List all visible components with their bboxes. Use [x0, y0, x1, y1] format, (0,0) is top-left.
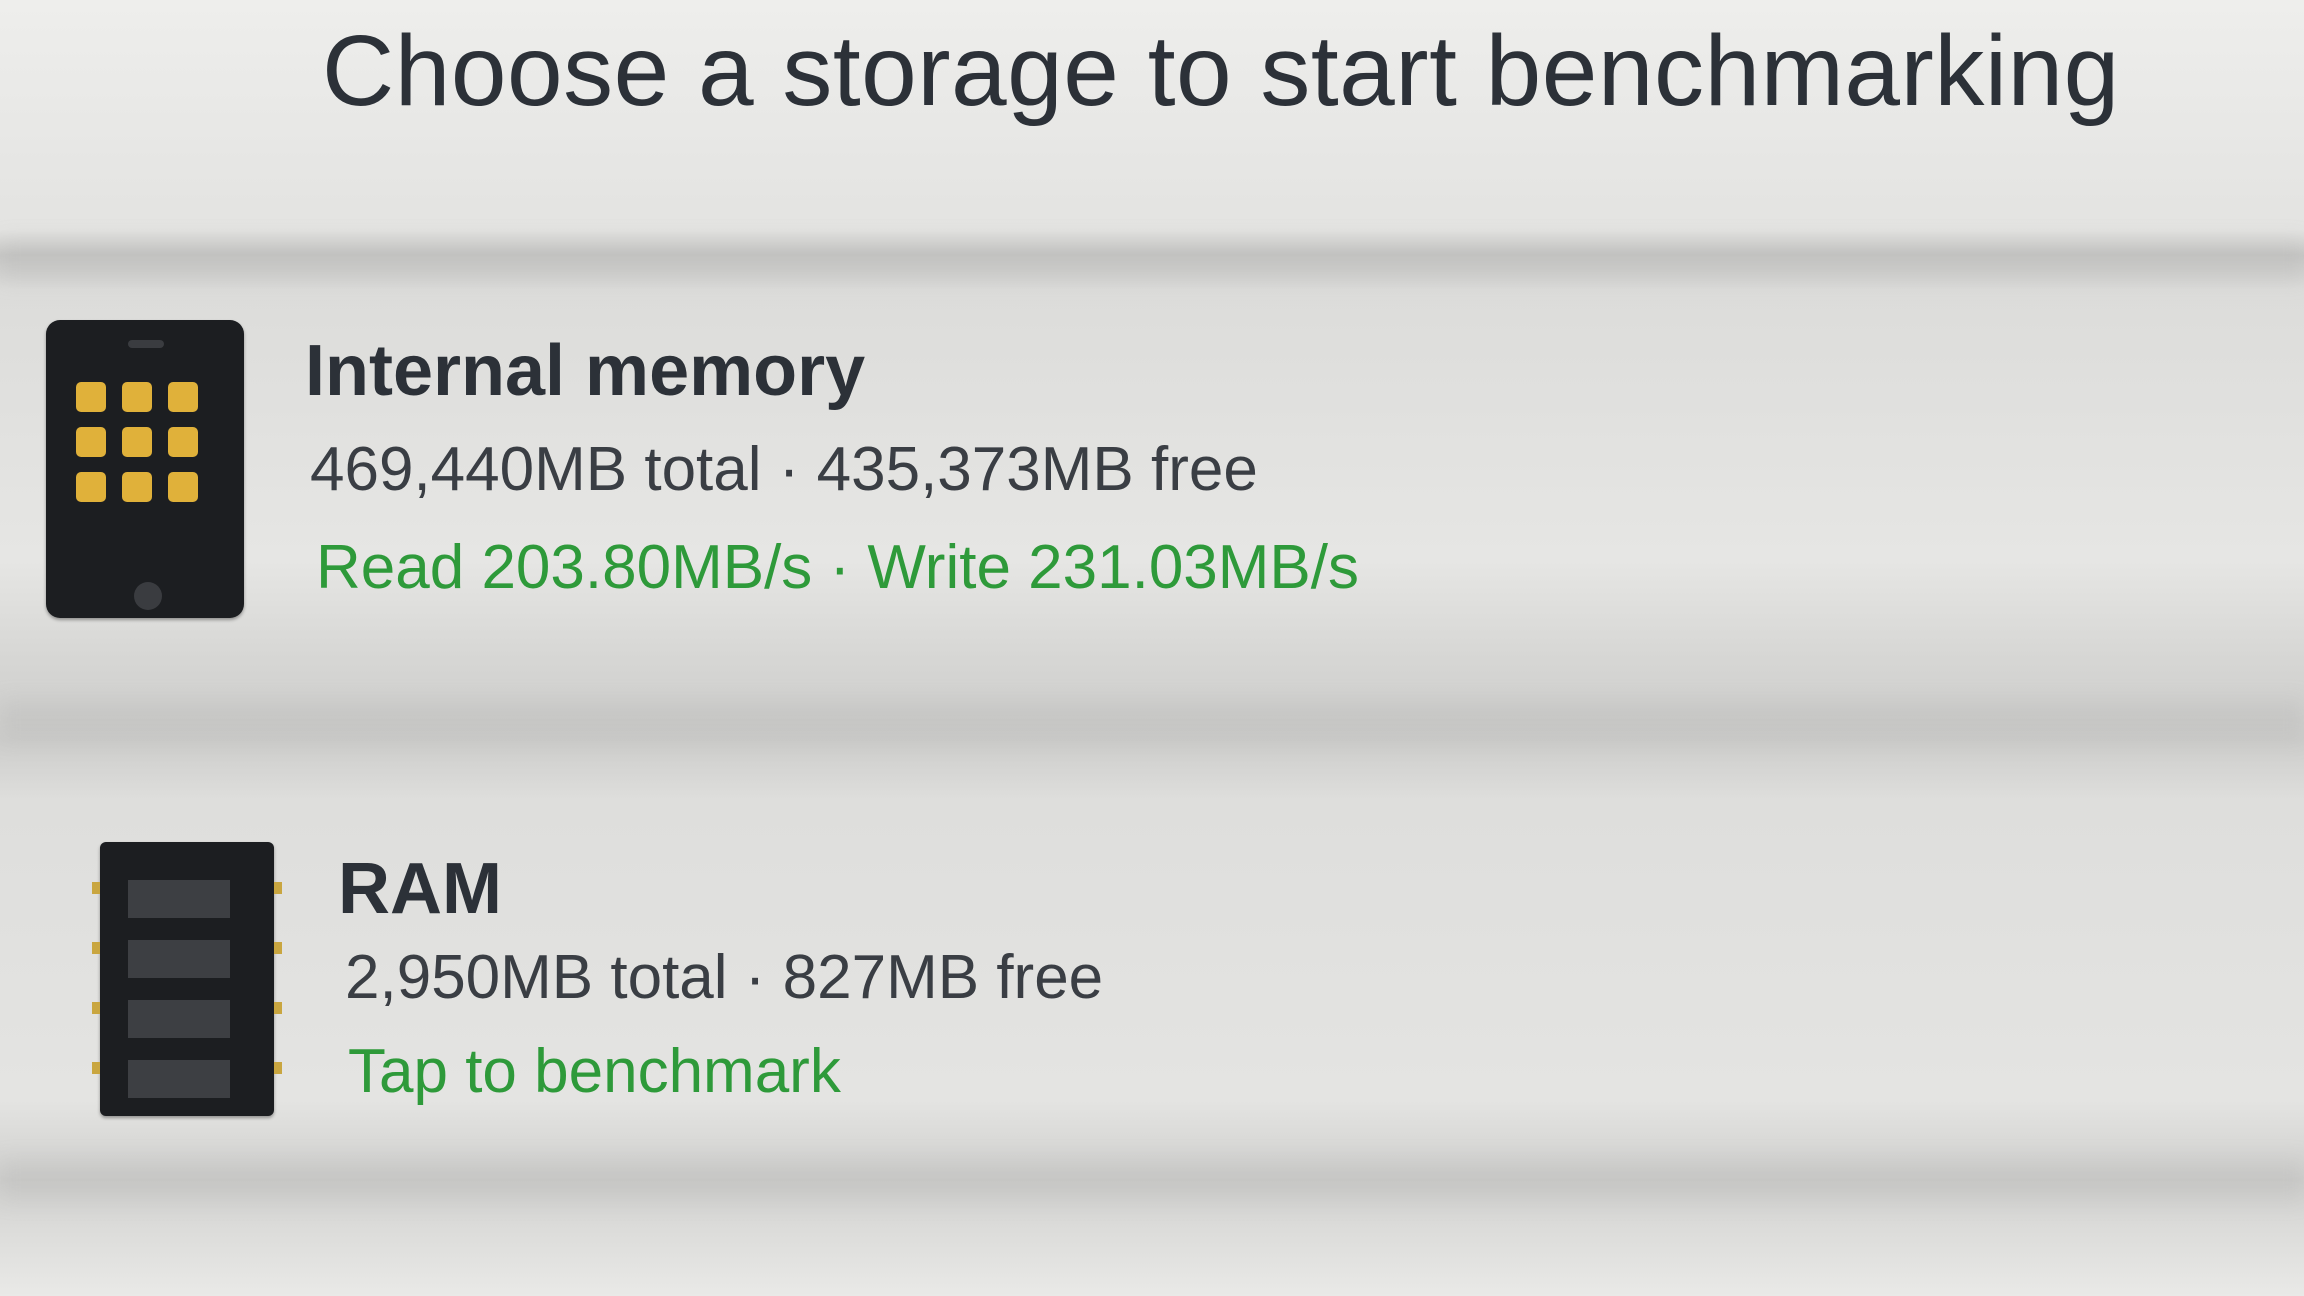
storage-name: Internal memory — [305, 331, 866, 411]
storage-capacity: 2,950MB total · 827MB free — [345, 943, 1104, 1012]
storage-item-internal-memory[interactable]: Internal memory 469,440MB total · 435,37… — [0, 310, 2304, 650]
phone-icon — [46, 320, 244, 618]
chip-pin — [274, 942, 282, 954]
storage-chooser-screen: Choose a storage to start benchmarking I… — [0, 0, 2304, 1296]
screen-band — [0, 700, 2304, 740]
chip-pin — [92, 882, 100, 894]
chip-pin — [92, 1002, 100, 1014]
memory-chip-icon — [92, 842, 282, 1116]
phone-speaker — [128, 340, 164, 348]
screen-band — [0, 1160, 2304, 1200]
chip-cell — [128, 1060, 230, 1098]
chip-cell — [128, 1000, 230, 1038]
storage-item-ram[interactable]: RAM 2,950MB total · 827MB free Tap to be… — [0, 830, 2304, 1150]
chip-pin — [274, 1062, 282, 1074]
screen-band — [0, 240, 2304, 280]
storage-capacity: 469,440MB total · 435,373MB free — [310, 435, 1258, 504]
chip-pin — [92, 1062, 100, 1074]
storage-name: RAM — [338, 849, 502, 929]
page-title: Choose a storage to start benchmarking — [322, 15, 2120, 127]
storage-benchmark-result: Read 203.80MB/s · Write 231.03MB/s — [316, 533, 1360, 602]
chip-pin — [274, 1002, 282, 1014]
chip-pin — [274, 882, 282, 894]
chip-cell — [128, 940, 230, 978]
chip-pin — [92, 942, 100, 954]
chip-cell — [128, 880, 230, 918]
phone-app-grid — [76, 382, 216, 502]
phone-home-button — [134, 582, 162, 610]
storage-benchmark-action[interactable]: Tap to benchmark — [348, 1036, 841, 1107]
